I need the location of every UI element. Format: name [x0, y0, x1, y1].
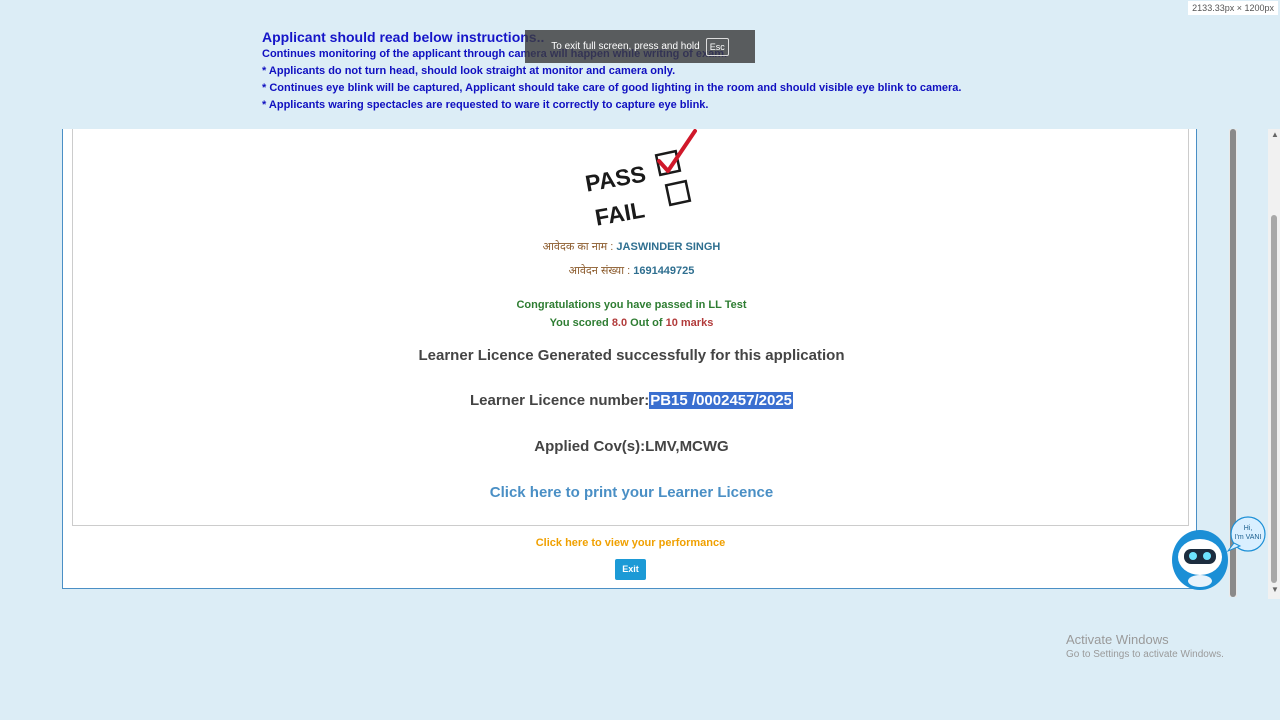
learner-licence-number-label: Learner Licence number: — [469, 392, 650, 409]
fullscreen-toast-message: To exit full screen, press and hold — [551, 41, 700, 52]
score-prefix: You scored — [549, 317, 612, 329]
chat-bubble-icon: Hi, I'm VANI — [1226, 516, 1266, 553]
score-mid: Out of — [627, 317, 666, 329]
licence-generated-message: Learner Licence Generated successfully f… — [418, 347, 845, 364]
scroll-down-arrow-icon[interactable]: ▼ — [1271, 585, 1279, 594]
result-container: PASS FAIL आवेदक का नाम : JASWINDER SINGH… — [62, 129, 1197, 589]
application-number-value: 1691449725 — [633, 265, 695, 277]
page-scrollbar-thumb[interactable] — [1271, 215, 1277, 583]
result-card: PASS FAIL आवेदक का नाम : JASWINDER SINGH… — [72, 129, 1189, 526]
instruction-line: * Applicants waring spectacles are reque… — [262, 99, 709, 111]
score-total: 10 marks — [665, 317, 714, 329]
instruction-line: * Applicants do not turn head, should lo… — [262, 65, 676, 77]
activate-windows-title: Activate Windows — [1066, 632, 1169, 647]
print-licence-link[interactable]: Click here to print your Learner Licence — [73, 484, 1190, 501]
learner-licence-number-value[interactable]: PB15 /0002457/2025 — [649, 392, 794, 409]
application-number-label: आवेदन संख्या : — [568, 265, 634, 277]
application-number-row: आवेदन संख्या : 1691449725 — [73, 263, 1190, 278]
applicant-name-row: आवेदक का नाम : JASWINDER SINGH — [73, 239, 1190, 254]
view-performance-link[interactable]: Click here to view your performance — [63, 537, 1198, 549]
learner-licence-number-row: Learner Licence number:PB15 /0002457/202… — [73, 392, 1190, 409]
activate-windows-subtitle: Go to Settings to activate Windows. — [1066, 649, 1224, 660]
pass-label: PASS — [583, 160, 648, 196]
applied-cov-row: Applied Cov(s):LMV,MCWG — [534, 438, 729, 455]
esc-key-hint: Esc — [705, 37, 729, 56]
score-value: 8.0 — [611, 317, 628, 329]
fail-label: FAIL — [593, 196, 647, 229]
viewport-size-badge: 2133.33px × 1200px — [1188, 1, 1278, 15]
fullscreen-exit-toast: To exit full screen, press and hold Esc — [525, 30, 755, 63]
applicant-name-label: आवेदक का नाम : — [542, 241, 617, 253]
chat-bubble-name: I'm VANI — [1235, 534, 1262, 541]
robot-icon — [1172, 530, 1228, 590]
pass-fail-checkbox-image: PASS FAIL — [583, 129, 697, 229]
congratulations-message: Congratulations you have passed in LL Te… — [516, 299, 747, 311]
scroll-up-arrow-icon[interactable]: ▲ — [1271, 130, 1279, 139]
score-line: You scored 8.0 Out of 10 marks — [73, 317, 1190, 329]
exit-button[interactable]: Exit — [615, 559, 646, 580]
applicant-name-value: JASWINDER SINGH — [616, 241, 721, 253]
chat-bubble-greeting: Hi, — [1244, 525, 1253, 532]
instruction-line: * Continues eye blink will be captured, … — [262, 82, 962, 94]
fail-checkbox — [664, 179, 692, 207]
red-check-mark — [657, 129, 697, 173]
chatbot-vani-button[interactable]: Hi, I'm VANI — [1170, 515, 1270, 595]
